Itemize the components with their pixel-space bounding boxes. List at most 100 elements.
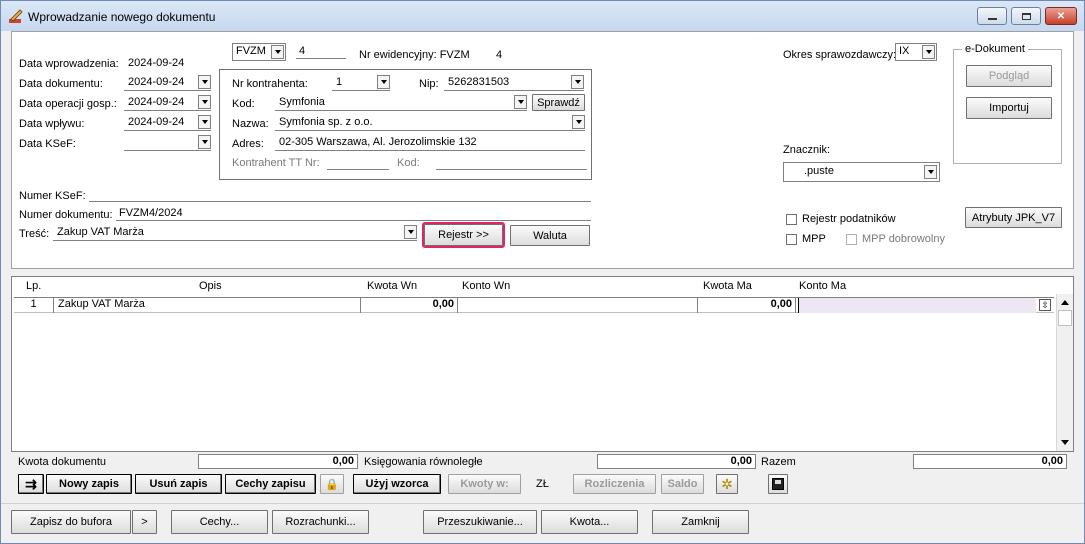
- pencil-document-icon: [9, 9, 23, 23]
- contractor-group: Nr kontrahenta: 1 Nip: 5262831503 Kod: S…: [219, 69, 592, 180]
- nr-kontrahenta-label: Nr kontrahenta:: [232, 78, 308, 90]
- row-konto-wn[interactable]: [459, 298, 698, 313]
- row-opis[interactable]: Zakup VAT Marża: [56, 298, 361, 313]
- scroll-down-icon[interactable]: [1061, 440, 1069, 445]
- kwota-button[interactable]: Kwota...: [541, 510, 638, 534]
- col-lp-header: Lp.: [26, 280, 42, 292]
- row-kwota-ma[interactable]: 0,00: [699, 298, 796, 313]
- gear-icon[interactable]: ✲: [716, 474, 738, 494]
- maximize-button[interactable]: [1011, 7, 1041, 25]
- nazwa-value: Symfonia sp. z o.o.: [279, 116, 373, 128]
- vertical-scrollbar[interactable]: [1056, 294, 1073, 451]
- toggle-columns-icon[interactable]: ⇉: [18, 474, 44, 494]
- chevron-down-icon[interactable]: [922, 45, 935, 59]
- window-title: Wprowadzanie nowego dokumentu: [28, 10, 216, 24]
- importuj-button[interactable]: Importuj: [966, 97, 1052, 119]
- cechy-zapisu-button[interactable]: Cechy zapisu: [225, 474, 316, 494]
- rejestr-podatnikow-checkbox[interactable]: [786, 214, 797, 225]
- data-wplywu-field[interactable]: 2024-09-24: [124, 115, 211, 131]
- numer-ksef-field[interactable]: [89, 188, 591, 202]
- mpp-checkbox[interactable]: [786, 234, 797, 245]
- nr-ewidencyjny-label: Nr ewidencyjny: FVZM: [359, 49, 470, 61]
- save-disk-icon[interactable]: [768, 474, 788, 494]
- okres-label: Okres sprawozdawczy:: [783, 49, 897, 61]
- chevron-down-icon[interactable]: [377, 75, 390, 89]
- data-dokumentu-label: Data dokumentu:: [19, 78, 103, 90]
- usun-zapis-button[interactable]: Usuń zapis: [135, 474, 222, 494]
- mpp-dobrowolny-checkbox[interactable]: [846, 234, 857, 245]
- tt-kod-label: Kod:: [397, 157, 420, 169]
- znacznik-select[interactable]: .puste: [783, 162, 940, 182]
- kod-value: Symfonia: [279, 96, 325, 108]
- nip-field[interactable]: 5262831503: [444, 75, 584, 91]
- rozrachunki-button[interactable]: Rozrachunki...: [272, 510, 369, 534]
- more-options-button[interactable]: >: [132, 510, 157, 534]
- chevron-down-icon[interactable]: [571, 75, 584, 89]
- chevron-down-icon[interactable]: [514, 95, 527, 109]
- account-picker-icon[interactable]: ⇳: [1039, 299, 1051, 311]
- saldo-button[interactable]: Saldo: [661, 474, 704, 494]
- tresc-value: Zakup VAT Marża: [57, 226, 144, 238]
- chevron-down-icon[interactable]: [404, 225, 417, 239]
- lock-icon[interactable]: 🔒: [320, 474, 344, 494]
- rozliczenia-button[interactable]: Rozliczenia: [573, 474, 656, 494]
- scroll-thumb[interactable]: [1058, 310, 1072, 326]
- znacznik-value: .puste: [804, 165, 834, 177]
- col-konto-wn-header: Konto Wn: [462, 280, 511, 292]
- col-opis-header: Opis: [199, 280, 222, 292]
- chevron-down-icon[interactable]: [198, 135, 211, 149]
- data-wplywu-value: 2024-09-24: [128, 116, 185, 128]
- zamknij-button[interactable]: Zamknij: [652, 510, 749, 534]
- adres-field[interactable]: 02-305 Warszawa, Al. Jerozolimskie 132: [275, 135, 585, 151]
- kod-field[interactable]: Symfonia: [275, 95, 527, 111]
- chevron-down-icon[interactable]: [198, 75, 211, 89]
- uzyj-wzorca-button[interactable]: Użyj wzorca: [353, 474, 441, 494]
- data-operacji-field[interactable]: 2024-09-24: [124, 95, 211, 111]
- scroll-up-icon[interactable]: [1061, 300, 1069, 305]
- ksiegowania-value: 0,00: [597, 454, 756, 469]
- chevron-down-icon[interactable]: [271, 45, 284, 59]
- data-operacji-value: 2024-09-24: [128, 96, 185, 108]
- kontrahent-tt-field[interactable]: [327, 156, 389, 170]
- minimize-icon: [987, 18, 997, 20]
- razem-label: Razem: [761, 456, 796, 468]
- atrybuty-jpk-button[interactable]: Atrybuty JPK_V7: [965, 207, 1062, 228]
- close-button[interactable]: ✕: [1045, 7, 1077, 25]
- okres-select[interactable]: IX: [895, 43, 937, 61]
- data-wprowadzenia-label: Data wprowadzenia:: [19, 58, 119, 70]
- podglad-button[interactable]: Podgląd: [966, 65, 1052, 87]
- data-dokumentu-value: 2024-09-24: [128, 76, 185, 88]
- tt-kod-field[interactable]: [436, 156, 587, 170]
- doc-type-select[interactable]: FVZM: [232, 43, 286, 61]
- document-header-panel: Data wprowadzenia: 2024-09-24 Data dokum…: [11, 31, 1074, 269]
- nowy-zapis-button[interactable]: Nowy zapis: [46, 474, 132, 494]
- row-konto-ma[interactable]: [798, 298, 1036, 313]
- nazwa-label: Nazwa:: [232, 118, 269, 130]
- chevron-down-icon[interactable]: [924, 165, 937, 179]
- currency-label: ZŁ: [536, 478, 549, 490]
- waluta-button[interactable]: Waluta: [510, 225, 590, 246]
- okres-value: IX: [899, 45, 910, 57]
- row-kwota-wn[interactable]: 0,00: [362, 298, 458, 313]
- przeszukiwanie-button[interactable]: Przeszukiwanie...: [423, 510, 537, 534]
- chevron-down-icon[interactable]: [198, 115, 211, 129]
- minimize-button[interactable]: [977, 7, 1007, 25]
- data-wplywu-label: Data wpływu:: [19, 118, 85, 130]
- sprawdz-button[interactable]: Sprawdź: [532, 94, 585, 111]
- cechy-button[interactable]: Cechy...: [171, 510, 268, 534]
- rejestr-button[interactable]: Rejestr >>: [422, 222, 505, 248]
- chevron-down-icon[interactable]: [198, 95, 211, 109]
- numer-dokumentu-field[interactable]: FVZM4/2024: [116, 207, 591, 221]
- data-ksef-field[interactable]: [124, 135, 211, 151]
- table-row[interactable]: 1 Zakup VAT Marża 0,00 0,00 ⇳: [14, 297, 1054, 313]
- tresc-field[interactable]: Zakup VAT Marża: [53, 225, 417, 241]
- data-dokumentu-field[interactable]: 2024-09-24: [124, 75, 211, 91]
- nr-kontrahenta-field[interactable]: 1: [332, 75, 390, 91]
- close-icon: ✕: [1056, 10, 1066, 22]
- znacznik-label: Znacznik:: [783, 144, 831, 156]
- kwoty-w-button[interactable]: Kwoty w:: [448, 474, 521, 494]
- zapisz-do-bufora-button[interactable]: Zapisz do bufora: [11, 510, 131, 534]
- doc-number-field[interactable]: 4: [296, 45, 346, 59]
- nazwa-field[interactable]: Symfonia sp. z o.o.: [275, 115, 585, 131]
- chevron-down-icon[interactable]: [572, 115, 585, 129]
